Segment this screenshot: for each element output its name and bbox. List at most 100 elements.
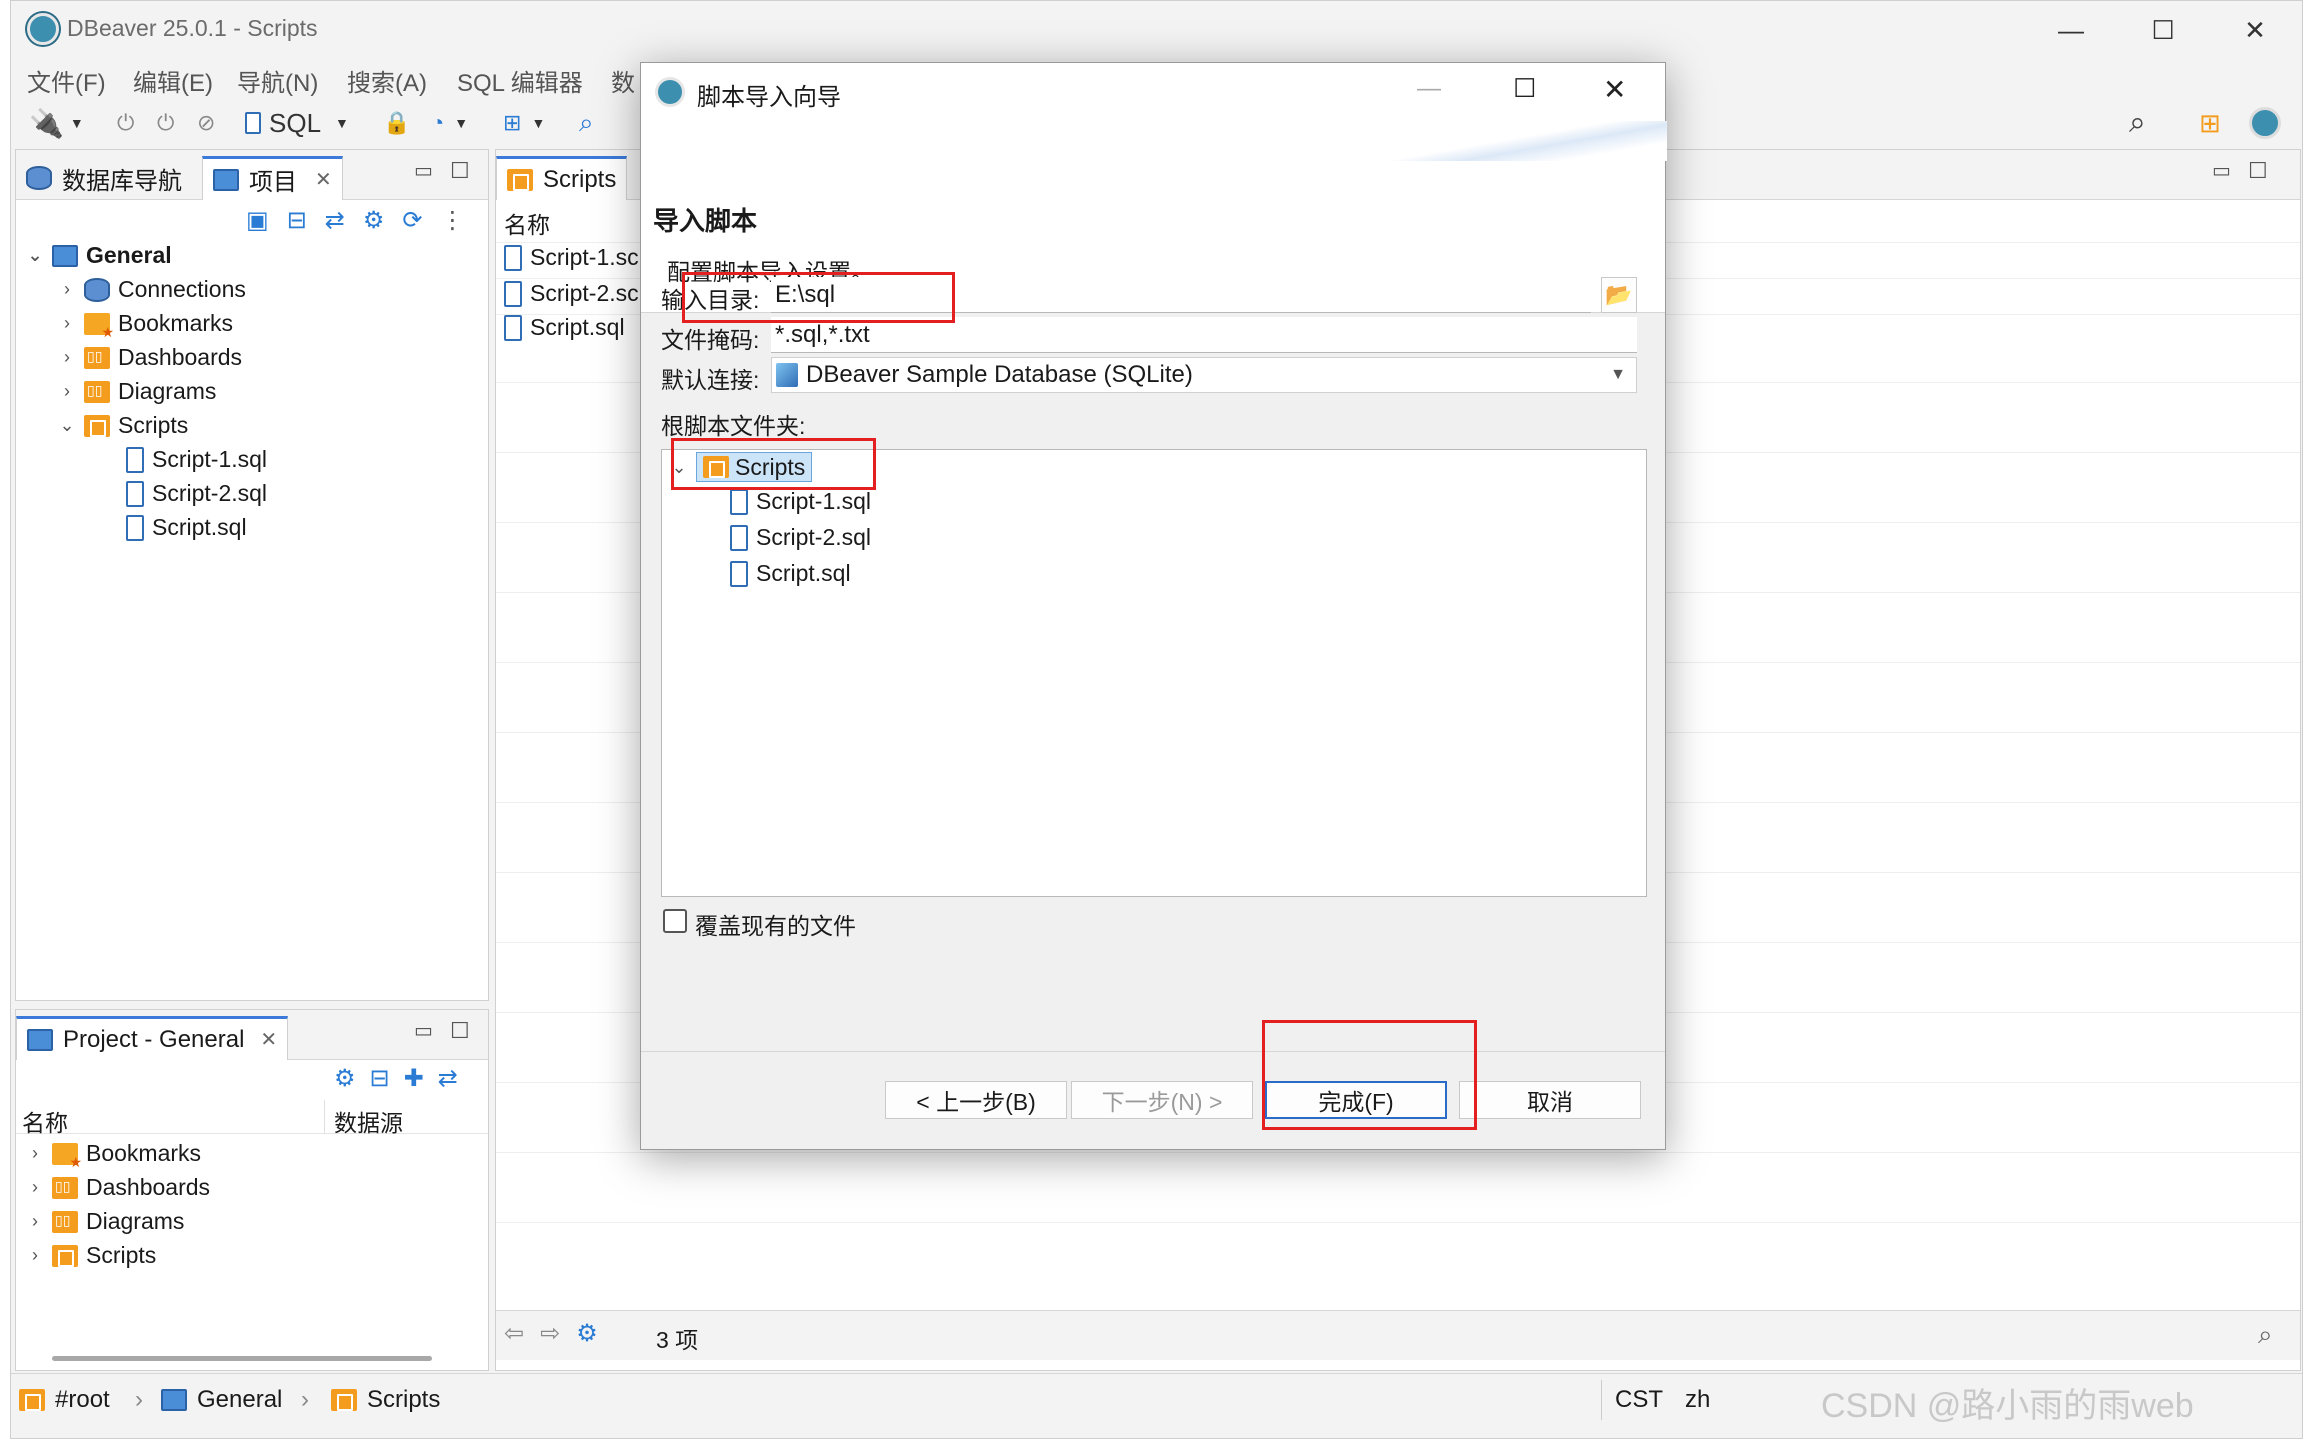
menu-database[interactable]: 数 <box>611 63 635 98</box>
collapse-all-icon[interactable]: ⊟ <box>370 1064 390 1093</box>
tree-item-script[interactable]: Script.sql <box>730 560 851 587</box>
tree-item-dashboards[interactable]: ›Dashboards <box>58 344 242 371</box>
refresh-icon[interactable]: ⟳ <box>402 206 422 235</box>
column-name[interactable]: 名称 <box>22 1104 68 1138</box>
minimize-panel-icon[interactable]: ▭ <box>414 158 433 183</box>
chevron-right-icon[interactable]: › <box>26 1211 44 1232</box>
dialog-maximize-button[interactable]: ☐ <box>1513 73 1536 104</box>
close-tab-icon[interactable]: ✕ <box>260 1027 277 1052</box>
column-datasource[interactable]: 数据源 <box>334 1104 403 1138</box>
locale-indicator[interactable]: zh <box>1685 1386 1710 1414</box>
menu-file[interactable]: 文件(F) <box>27 63 106 98</box>
file-row-script-2[interactable]: Script-2.sc <box>504 280 639 307</box>
chevron-right-icon[interactable]: › <box>26 1245 44 1266</box>
chevron-down-icon[interactable]: ▼ <box>1610 366 1626 384</box>
chevron-right-icon[interactable]: › <box>58 313 76 334</box>
project-toolbar: ⚙ ⊟ ✚ ⇄ <box>334 1064 458 1093</box>
settings-icon[interactable]: ⚙ <box>576 1319 598 1348</box>
file-row-script[interactable]: Script.sql <box>504 314 625 341</box>
chevron-down-icon[interactable]: ⌄ <box>58 415 76 436</box>
new-project-icon[interactable]: ▣ <box>246 206 269 235</box>
overwrite-checkbox[interactable] <box>663 909 687 933</box>
configure-icon[interactable]: ⚙ <box>334 1064 356 1093</box>
project-item-bookmarks[interactable]: ›Bookmarks <box>26 1140 201 1171</box>
breadcrumb-general[interactable]: General <box>161 1386 282 1414</box>
link-editor-icon[interactable]: ⇄ <box>438 1064 458 1093</box>
tab-project-general[interactable]: Project - General ✕ <box>16 1016 289 1060</box>
next-button[interactable]: 下一步(N) > <box>1071 1081 1253 1119</box>
chevron-right-icon[interactable]: › <box>58 279 76 300</box>
input-dir-field-extent[interactable] <box>1241 277 1591 313</box>
tab-projects[interactable]: 项目 ✕ <box>202 156 343 200</box>
project-item-dashboards[interactable]: ›Dashboards <box>26 1174 210 1201</box>
maximize-editor-icon[interactable]: ☐ <box>2248 158 2268 184</box>
dialog-close-button[interactable]: ✕ <box>1603 73 1626 106</box>
dialog-minimize-button[interactable]: — <box>1417 75 1441 103</box>
tree-item-connections[interactable]: › Connections <box>58 276 246 303</box>
close-button[interactable]: ✕ <box>2225 11 2285 49</box>
menu-navigate[interactable]: 导航(N) <box>237 63 318 98</box>
chevron-down-icon[interactable]: ⌄ <box>26 245 44 266</box>
close-tab-icon[interactable]: ✕ <box>315 167 332 192</box>
link-editor-icon[interactable]: ⇄ <box>325 206 345 235</box>
annotation-input-dir <box>682 272 955 323</box>
timezone-indicator[interactable]: CST <box>1615 1386 1663 1414</box>
collapse-all-icon[interactable]: ⊟ <box>287 206 307 235</box>
menu-search[interactable]: 搜索(A) <box>347 63 427 98</box>
tree-item-script-2[interactable]: Script-2.sql <box>730 524 871 551</box>
menu-edit[interactable]: 编辑(E) <box>133 63 213 98</box>
maximize-panel-icon[interactable]: ☐ <box>450 158 470 184</box>
configure-icon[interactable]: ⚙ <box>363 206 385 235</box>
invalidate-icon[interactable]: ⊘ <box>197 105 215 141</box>
column-name[interactable]: 名称 <box>504 206 550 240</box>
back-arrow-icon[interactable]: ⇦ <box>504 1319 524 1348</box>
tree-item-general[interactable]: ⌄ General <box>26 242 171 269</box>
chevron-right-icon[interactable]: › <box>58 381 76 402</box>
breadcrumb-scripts[interactable]: Scripts <box>331 1386 440 1414</box>
tree-item-script-2[interactable]: Script-2.sql <box>126 480 267 507</box>
connect-icon[interactable]: ⏻ <box>117 105 134 141</box>
project-item-diagrams[interactable]: ›Diagrams <box>26 1208 184 1235</box>
tree-item-scripts[interactable]: ⌄ Scripts <box>58 412 188 439</box>
search-icon[interactable]: ⌕ <box>2258 1319 2273 1351</box>
minimize-button[interactable]: — <box>2041 11 2101 49</box>
cancel-button[interactable]: 取消 <box>1459 1081 1641 1119</box>
horizontal-scrollbar[interactable] <box>52 1356 432 1361</box>
default-connection-select[interactable]: DBeaver Sample Database (SQLite) ▼ <box>771 357 1637 393</box>
project-item-scripts[interactable]: › Scripts <box>26 1242 156 1269</box>
dbeaver-perspective-icon[interactable] <box>2249 105 2281 141</box>
column-divider[interactable] <box>324 1100 325 1134</box>
menu-sql-editor[interactable]: SQL 编辑器 <box>457 63 583 98</box>
tree-icon[interactable]: ⊞ ▼ <box>503 105 545 141</box>
tree-item-bookmarks[interactable]: ›Bookmarks <box>58 310 233 341</box>
dashboard-folder-icon <box>52 1176 78 1199</box>
disconnect-icon[interactable]: ⏻ <box>157 105 174 141</box>
chevron-right-icon[interactable]: › <box>26 1143 44 1164</box>
minimize-panel-icon[interactable]: ▭ <box>414 1018 433 1043</box>
tab-database-navigator[interactable]: 数据库导航 <box>16 156 192 200</box>
sql-editor-button[interactable]: SQL ▼ <box>245 105 349 141</box>
tree-item-diagrams[interactable]: ›Diagrams <box>58 378 216 405</box>
browse-folder-icon[interactable]: 📂 <box>1601 277 1637 313</box>
tab-scripts[interactable]: Scripts <box>496 156 628 200</box>
chevron-right-icon[interactable]: › <box>58 347 76 368</box>
maximize-panel-icon[interactable]: ☐ <box>450 1018 470 1044</box>
new-connection-icon[interactable]: 🔌 ▼ <box>29 105 84 141</box>
forward-arrow-icon[interactable]: ⇨ <box>540 1319 560 1348</box>
breadcrumb-root[interactable]: #root <box>19 1386 110 1414</box>
chevron-right-icon[interactable]: › <box>26 1177 44 1198</box>
global-search-icon[interactable]: ⌕ <box>2129 105 2146 141</box>
more-options-icon[interactable]: ⋮ <box>441 206 465 235</box>
add-icon[interactable]: ✚ <box>404 1064 424 1093</box>
perspective-icon[interactable]: ⊞ <box>2199 105 2221 141</box>
tree-item-script-1[interactable]: Script-1.sql <box>730 488 871 515</box>
maximize-button[interactable]: ☐ <box>2133 11 2193 49</box>
file-row-script-1[interactable]: Script-1.sc <box>504 244 639 271</box>
tree-item-script-1[interactable]: Script-1.sql <box>126 446 267 473</box>
back-button[interactable]: < 上一步(B) <box>885 1081 1067 1119</box>
dashboard-icon[interactable]: ◔ ▼ <box>431 105 468 141</box>
minimize-editor-icon[interactable]: ▭ <box>2212 158 2231 183</box>
search-icon[interactable]: ⌕ <box>579 105 594 141</box>
tree-item-script[interactable]: Script.sql <box>126 514 247 541</box>
transaction-lock-icon[interactable]: 🔒 <box>383 105 410 141</box>
